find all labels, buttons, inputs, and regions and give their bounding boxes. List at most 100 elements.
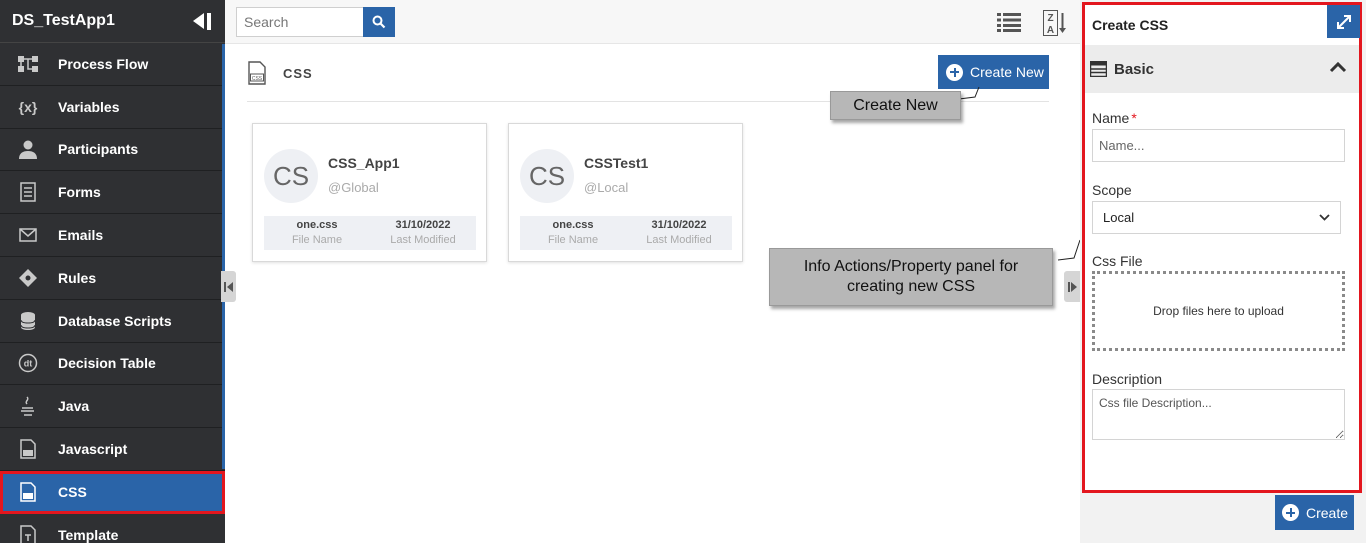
- css-file-icon: [15, 481, 41, 503]
- name-field[interactable]: [1092, 129, 1345, 162]
- sidebar-scrollbar[interactable]: [222, 44, 225, 469]
- css-card[interactable]: CS CSSTest1 @Local one.css File Name 31/1…: [508, 123, 743, 262]
- variables-icon: {x}: [18, 98, 38, 115]
- file-drop-zone[interactable]: Drop files here to upload: [1092, 271, 1345, 351]
- chevron-up-icon: [1329, 61, 1347, 73]
- sidebar-item-javascript[interactable]: Javascript: [0, 428, 225, 471]
- sidebar-item-label: Emails: [58, 227, 104, 244]
- sidebar-item-rules[interactable]: Rules: [0, 257, 225, 300]
- sidebar-item-label: Database Scripts: [58, 312, 172, 329]
- java-icon: [15, 395, 41, 417]
- database-icon: [15, 310, 41, 332]
- page-title: CSS: [283, 66, 313, 81]
- chevron-left-icon: [224, 281, 233, 292]
- sidebar-item-label: CSS: [58, 483, 87, 500]
- card-meta: one.css File Name 31/10/2022 Last Modified: [264, 216, 476, 250]
- panel-callout-line-2: creating new CSS: [846, 278, 976, 295]
- last-modified-value: 31/10/2022: [395, 219, 451, 231]
- card-name: CSS_App1: [328, 155, 400, 171]
- collapse-sidebar-icon[interactable]: [193, 12, 211, 30]
- sidebar-item-label: Process Flow: [58, 55, 149, 72]
- section-title: Basic: [1114, 61, 1155, 78]
- card-name: CSSTest1: [584, 155, 649, 171]
- sidebar-item-variables[interactable]: {x} Variables: [0, 86, 225, 129]
- create-new-callout: Create New: [830, 91, 961, 120]
- create-label: Create: [1306, 504, 1349, 521]
- file-name-value: one.css: [552, 219, 594, 231]
- app-title: DS_TestApp1: [12, 12, 115, 29]
- card-meta: one.css File Name 31/10/2022 Last Modified: [520, 216, 732, 250]
- avatar: CS: [264, 149, 318, 203]
- file-name-key: File Name: [291, 234, 343, 246]
- forms-icon: [15, 181, 41, 203]
- sidebar-item-label: Forms: [58, 184, 101, 201]
- file-name-key: File Name: [547, 234, 599, 246]
- panel-title: Create CSS: [1092, 17, 1169, 33]
- description-label: Description: [1092, 371, 1163, 387]
- search-input[interactable]: [236, 7, 364, 37]
- sidebar-item-label: Variables: [58, 98, 120, 115]
- sidebar-item-label: Participants: [58, 141, 139, 158]
- top-toolbar: ZA: [225, 0, 1080, 44]
- create-new-button[interactable]: Create New: [938, 55, 1049, 89]
- name-label-text: Name: [1092, 110, 1130, 126]
- app-window: DS_TestApp1 Process Flow {x} Variables P…: [0, 0, 1366, 543]
- plus-circle-icon: [946, 63, 963, 81]
- last-modified-key: Last Modified: [390, 234, 456, 246]
- template-icon: [15, 524, 41, 543]
- css-card[interactable]: CS CSS_App1 @Global one.css File Name 31/…: [252, 123, 487, 262]
- plus-circle-icon: [1282, 504, 1299, 521]
- search-button[interactable]: [363, 7, 395, 37]
- svg-text:CSS: CSS: [252, 76, 263, 82]
- svg-text:A: A: [1047, 25, 1054, 36]
- chevron-right-icon: [1067, 281, 1077, 292]
- sidebar-item-label: Decision Table: [58, 355, 156, 372]
- last-modified-key: Last Modified: [646, 234, 712, 246]
- scope-selected-value: Local: [1103, 210, 1135, 225]
- create-new-label: Create New: [970, 64, 1044, 80]
- sidebar-item-label: Javascript: [58, 441, 128, 458]
- file-name-value: one.css: [296, 219, 338, 231]
- scope-label: Scope: [1092, 182, 1132, 198]
- svg-text:dt: dt: [24, 359, 33, 369]
- collapse-right-handle[interactable]: [1064, 271, 1080, 302]
- required-marker: *: [1131, 110, 1137, 126]
- create-css-panel: Create CSS Basic Name* Scope Local Css F…: [1082, 2, 1362, 493]
- search-icon: [372, 15, 386, 29]
- sort-az-icon[interactable]: ZA: [1043, 10, 1067, 36]
- last-modified-value: 31/10/2022: [651, 219, 707, 231]
- card-scope: @Local: [584, 180, 629, 195]
- sidebar-item-forms[interactable]: Forms: [0, 171, 225, 215]
- sidebar-item-database-scripts[interactable]: Database Scripts: [0, 300, 225, 343]
- panel-callout-line-1: Info Actions/Property panel for: [803, 258, 1019, 275]
- sidebar-item-emails[interactable]: Emails: [0, 214, 225, 257]
- svg-text:Z: Z: [1047, 13, 1053, 24]
- sidebar-item-java[interactable]: Java: [0, 385, 225, 429]
- avatar: CS: [520, 149, 574, 203]
- sidebar-item-label: Java: [58, 398, 90, 415]
- javascript-icon: [15, 438, 41, 460]
- chevron-down-icon: [1319, 214, 1330, 221]
- sidebar-item-process-flow[interactable]: Process Flow: [0, 43, 225, 86]
- scope-select[interactable]: Local: [1092, 201, 1341, 234]
- sidebar-item-participants[interactable]: Participants: [0, 129, 225, 172]
- process-flow-icon: [15, 53, 41, 75]
- collapse-left-handle[interactable]: [221, 271, 236, 302]
- emails-icon: [15, 224, 41, 246]
- form-section-icon: [1090, 61, 1107, 77]
- participants-icon: [15, 138, 41, 160]
- description-field[interactable]: [1092, 389, 1345, 440]
- sidebar-item-decision-table[interactable]: dt Decision Table: [0, 343, 225, 386]
- basic-section-header[interactable]: Basic: [1085, 45, 1359, 93]
- list-view-icon[interactable]: [997, 12, 1021, 32]
- sidebar-item-label: Template: [58, 526, 119, 543]
- css-file-label: Css File: [1092, 253, 1143, 269]
- sidebar: DS_TestApp1 Process Flow {x} Variables P…: [0, 0, 225, 543]
- panel-callout: Info Actions/Property panel for creating…: [769, 248, 1053, 306]
- expand-icon: [1336, 14, 1351, 29]
- create-button[interactable]: Create: [1275, 495, 1354, 530]
- sidebar-item-css[interactable]: CSS: [0, 470, 225, 514]
- sidebar-item-template[interactable]: Template: [0, 514, 225, 543]
- expand-panel-button[interactable]: [1327, 5, 1360, 38]
- css-file-icon: CSS: [248, 61, 266, 85]
